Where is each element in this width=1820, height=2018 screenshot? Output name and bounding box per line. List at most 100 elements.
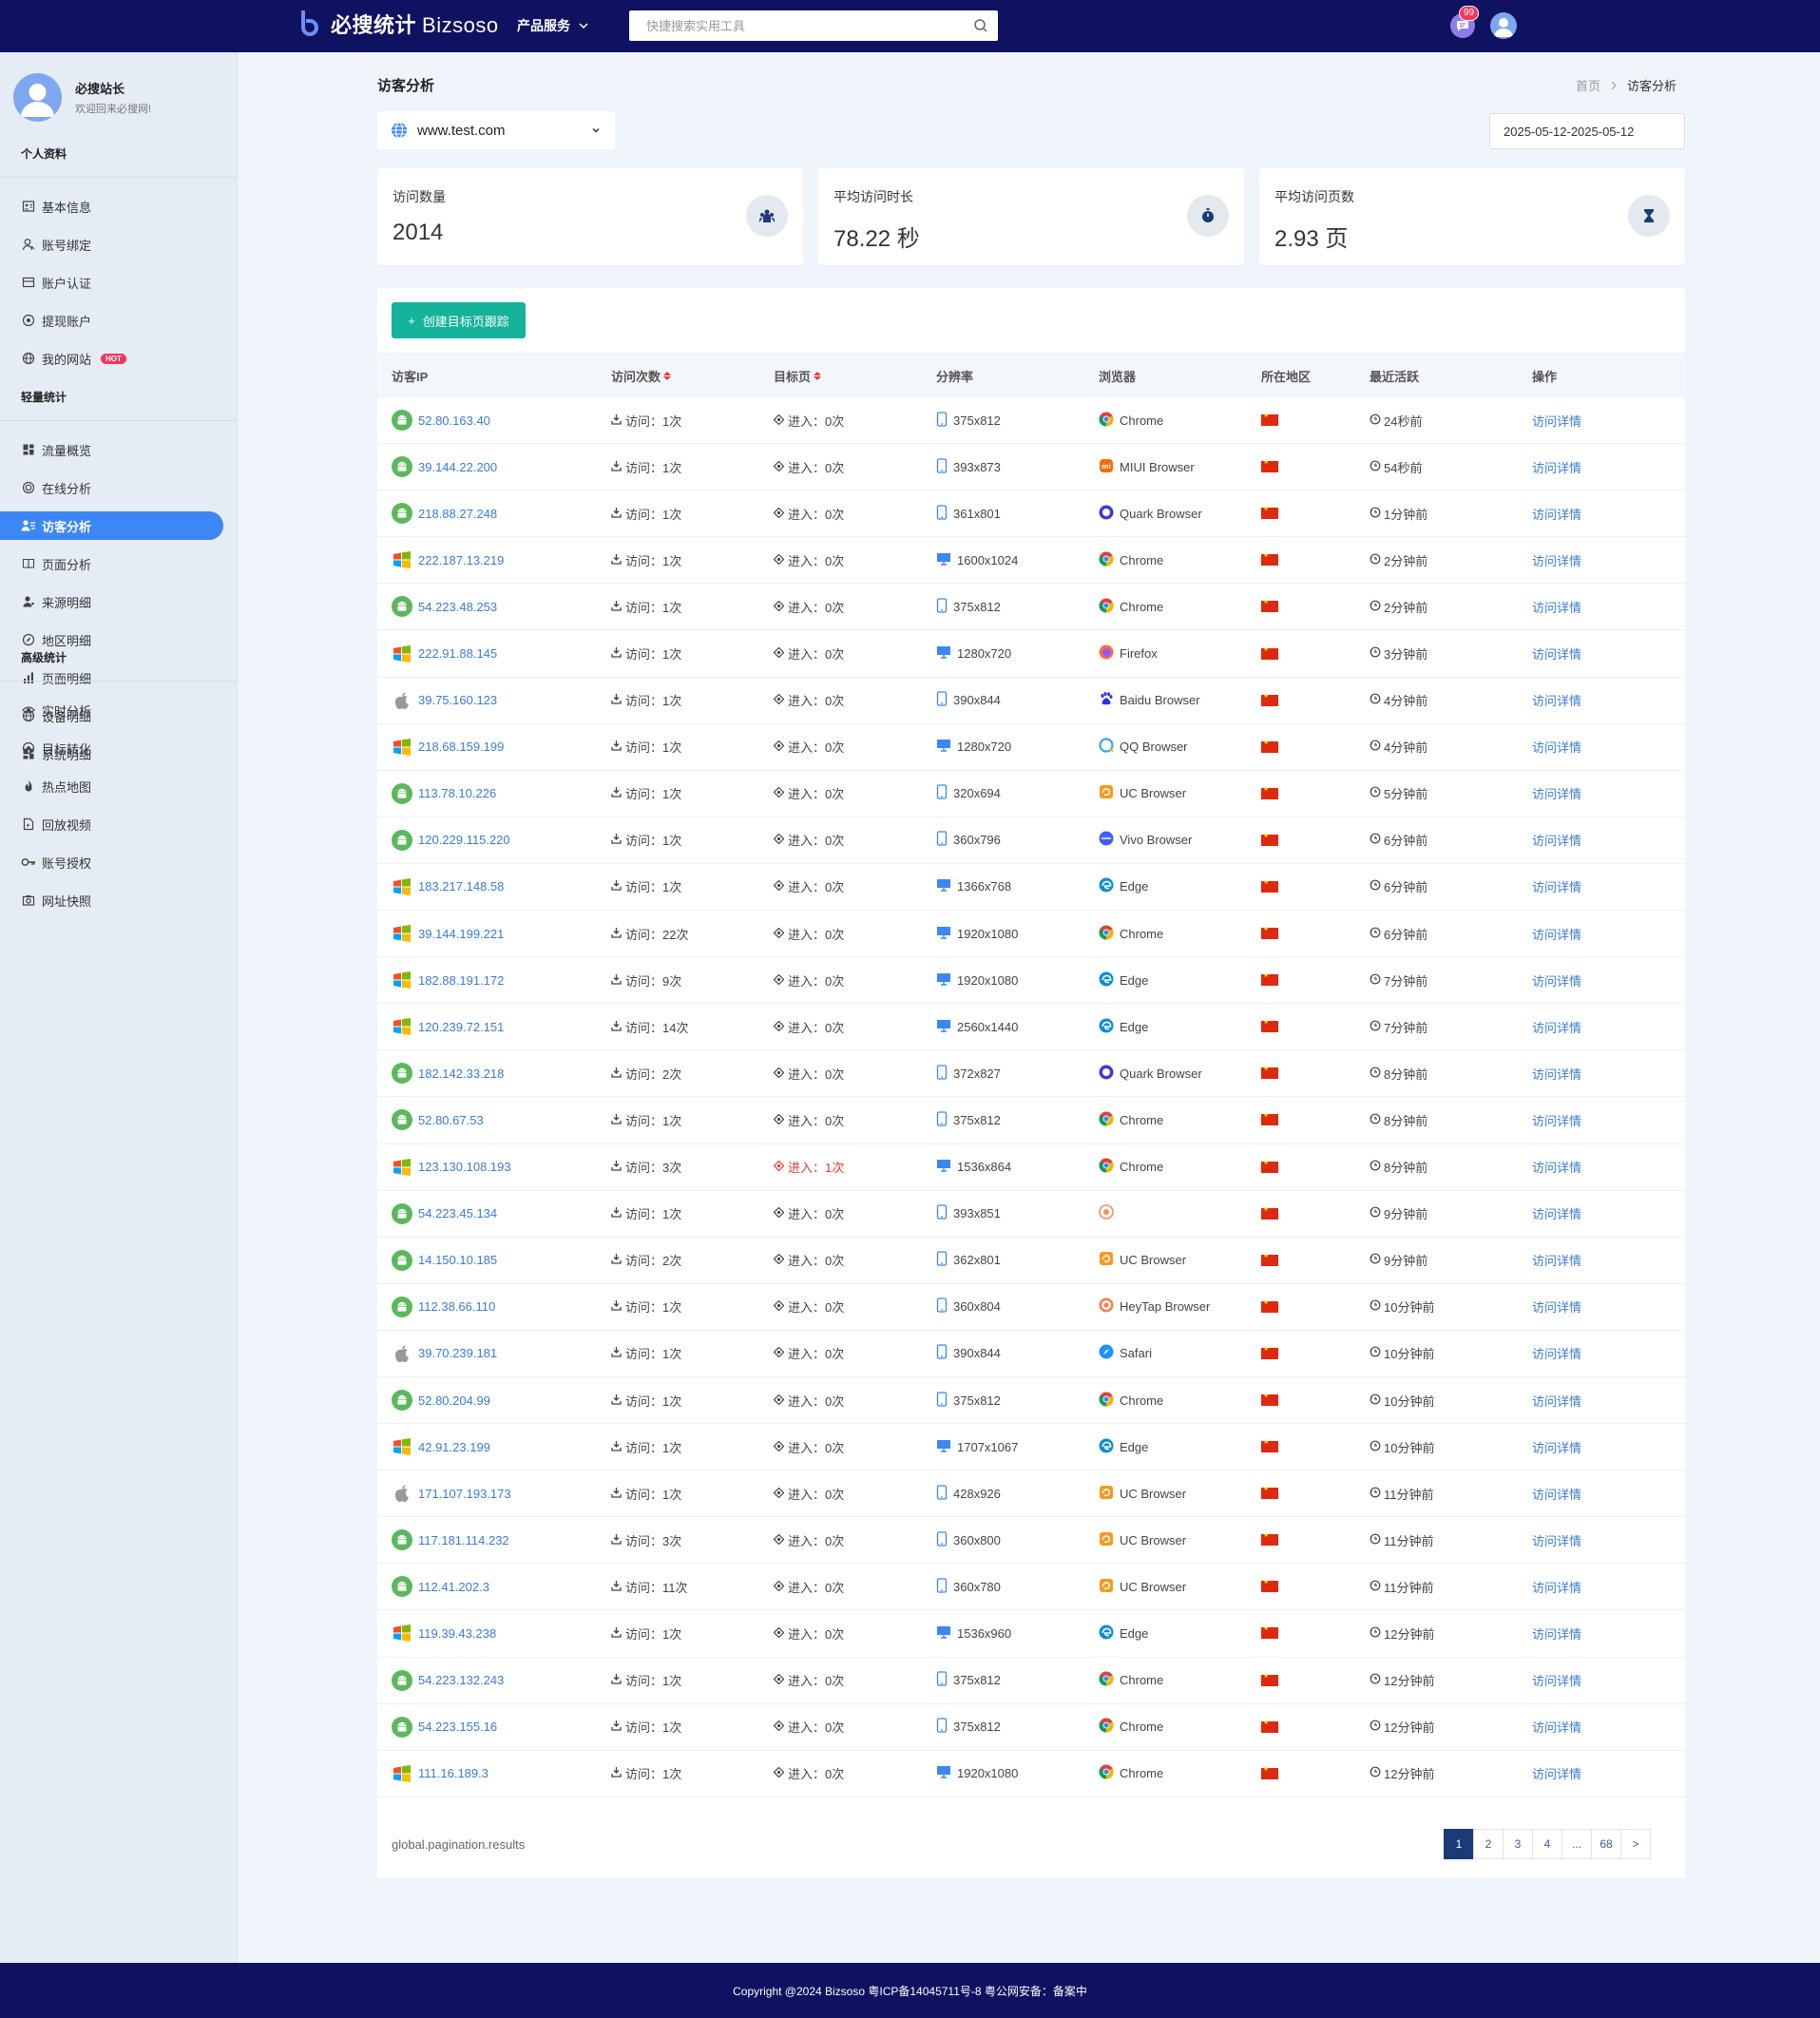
sidebar-item[interactable]: 网址快照 — [21, 886, 91, 914]
col-target[interactable]: 目标页 — [774, 367, 822, 385]
visit-detail-link[interactable]: 访问详情 — [1532, 1018, 1581, 1036]
visitor-ip-link[interactable]: 218.88.27.248 — [418, 507, 497, 521]
sidebar-item[interactable]: 基本信息 — [21, 192, 91, 221]
sidebar-item[interactable]: 流量概览 — [21, 435, 91, 464]
visitor-ip-link[interactable]: 54.223.48.253 — [418, 600, 497, 614]
sidebar-item[interactable]: 账号授权 — [21, 848, 91, 876]
visitor-ip-link[interactable]: 111.16.189.3 — [418, 1766, 489, 1780]
page-button[interactable]: 2 — [1473, 1829, 1504, 1859]
sidebar-item[interactable]: 回放视频 — [21, 810, 91, 838]
date-range-picker[interactable]: 2025-05-12-2025-05-12 — [1489, 113, 1685, 149]
visit-detail-link[interactable]: 访问详情 — [1532, 1531, 1581, 1549]
create-target-button[interactable]: + 创建目标页跟踪 — [392, 302, 526, 338]
visit-detail-link[interactable]: 访问详情 — [1532, 971, 1581, 990]
visitor-ip-link[interactable]: 54.223.132.243 — [418, 1673, 504, 1687]
page-button[interactable]: 68 — [1591, 1829, 1621, 1859]
visit-detail-link[interactable]: 访问详情 — [1532, 598, 1581, 616]
visit-detail-link[interactable]: 访问详情 — [1532, 784, 1581, 802]
visit-detail-link[interactable]: 访问详情 — [1532, 925, 1581, 943]
visitor-ip-link[interactable]: 39.144.22.200 — [418, 460, 497, 474]
visitor-ip-link[interactable]: 183.217.148.58 — [418, 879, 504, 894]
logo[interactable]: 必搜统计 Bizsoso — [297, 9, 499, 39]
visit-detail-link[interactable]: 访问详情 — [1532, 1111, 1581, 1129]
visitor-ip-link[interactable]: 222.91.88.145 — [418, 646, 497, 661]
visit-detail-link[interactable]: 访问详情 — [1532, 1578, 1581, 1596]
sidebar-item[interactable]: 访客分析 — [0, 511, 223, 540]
visit-detail-link[interactable]: 访问详情 — [1532, 1438, 1581, 1456]
visitor-ip-link[interactable]: 119.39.43.238 — [418, 1626, 496, 1641]
visitor-ip-link[interactable]: 222.187.13.219 — [418, 553, 504, 567]
next-page-button[interactable]: > — [1620, 1829, 1651, 1859]
visit-detail-link[interactable]: 访问详情 — [1532, 412, 1581, 430]
resolution-cell: 360x796 — [936, 817, 1001, 863]
visitor-ip-link[interactable]: 39.75.160.123 — [418, 693, 497, 707]
sort-icon[interactable] — [663, 372, 672, 380]
visit-detail-link[interactable]: 访问详情 — [1532, 1251, 1581, 1269]
visit-detail-link[interactable]: 访问详情 — [1532, 691, 1581, 709]
visitor-ip-link[interactable]: 14.150.10.185 — [418, 1253, 497, 1267]
visit-detail-link[interactable]: 访问详情 — [1532, 551, 1581, 569]
visitor-ip-link[interactable]: 113.78.10.226 — [418, 786, 496, 800]
visitor-ip-link[interactable]: 182.142.33.218 — [418, 1067, 504, 1081]
visitor-ip-link[interactable]: 39.144.199.221 — [418, 927, 504, 941]
apple-icon — [392, 690, 412, 711]
visit-detail-link[interactable]: 访问详情 — [1532, 1065, 1581, 1083]
page-button[interactable]: 1 — [1444, 1829, 1474, 1859]
sidebar-item[interactable]: 页面分析 — [21, 549, 91, 578]
sidebar-item[interactable]: 账户认证 — [21, 268, 91, 297]
visitor-ip-link[interactable]: 182.88.191.172 — [418, 973, 504, 988]
visit-detail-link[interactable]: 访问详情 — [1532, 1624, 1581, 1643]
visitor-ip-link[interactable]: 52.80.163.40 — [418, 413, 490, 428]
sidebar-item[interactable]: 目标转化 — [21, 734, 91, 762]
visit-detail-link[interactable]: 访问详情 — [1532, 1392, 1581, 1410]
visit-detail-link[interactable]: 访问详情 — [1532, 1485, 1581, 1503]
visit-detail-link[interactable]: 访问详情 — [1532, 458, 1581, 476]
visit-detail-link[interactable]: 访问详情 — [1532, 1718, 1581, 1736]
sort-icon[interactable] — [814, 372, 822, 380]
sidebar-item[interactable]: 页面明细 — [21, 663, 91, 692]
visitor-ip-link[interactable]: 123.130.108.193 — [418, 1160, 511, 1174]
last-active-cell: 8分钟前 — [1370, 1050, 1427, 1096]
sidebar-item[interactable]: 热点地图 — [21, 772, 91, 800]
sidebar-item[interactable]: 账号绑定 — [21, 230, 91, 259]
visitor-ip-link[interactable]: 112.41.202.3 — [418, 1580, 489, 1594]
sidebar-item[interactable]: 提现账户 — [21, 306, 91, 335]
visit-detail-link[interactable]: 访问详情 — [1532, 877, 1581, 895]
sidebar-item[interactable]: 在线分析 — [21, 473, 91, 502]
breadcrumb-home[interactable]: 首页 — [1576, 76, 1600, 94]
visitor-ip-link[interactable]: 112.38.66.110 — [418, 1299, 495, 1314]
user-avatar-icon[interactable] — [1490, 12, 1517, 39]
visit-detail-link[interactable]: 访问详情 — [1532, 505, 1581, 523]
visitor-ip-link[interactable]: 42.91.23.199 — [418, 1440, 490, 1454]
visitor-ip-link[interactable]: 117.181.114.232 — [418, 1533, 509, 1547]
avatar[interactable] — [13, 73, 62, 122]
sidebar-item[interactable]: 实时分析 — [21, 696, 91, 724]
search-input[interactable] — [629, 10, 964, 41]
visit-detail-link[interactable]: 访问详情 — [1532, 1764, 1581, 1782]
product-menu[interactable]: 产品服务 — [517, 16, 589, 35]
visit-detail-link[interactable]: 访问详情 — [1532, 831, 1581, 849]
visitor-ip-link[interactable]: 54.223.155.16 — [418, 1720, 497, 1734]
page-button[interactable]: 3 — [1503, 1829, 1533, 1859]
visitor-ip-link[interactable]: 39.70.239.181 — [418, 1346, 497, 1360]
visit-detail-link[interactable]: 访问详情 — [1532, 644, 1581, 663]
visitor-ip-link[interactable]: 52.80.67.53 — [418, 1113, 484, 1127]
page-button[interactable]: 4 — [1532, 1829, 1562, 1859]
visitor-ip-link[interactable]: 120.239.72.151 — [418, 1020, 504, 1034]
visit-detail-link[interactable]: 访问详情 — [1532, 1297, 1581, 1316]
sidebar-item[interactable]: 我的网站 HOT — [21, 344, 126, 373]
visit-detail-link[interactable]: 访问详情 — [1532, 1158, 1581, 1176]
visitor-ip-link[interactable]: 54.223.45.134 — [418, 1206, 497, 1220]
visit-detail-link[interactable]: 访问详情 — [1532, 1671, 1581, 1689]
col-visits[interactable]: 访问次数 — [611, 367, 672, 385]
visit-detail-link[interactable]: 访问详情 — [1532, 1204, 1581, 1222]
visitor-ip-link[interactable]: 171.107.193.173 — [418, 1487, 511, 1501]
search-icon[interactable] — [964, 18, 998, 33]
visit-detail-link[interactable]: 访问详情 — [1532, 1344, 1581, 1362]
sidebar-item[interactable]: 来源明细 — [21, 587, 91, 616]
visit-detail-link[interactable]: 访问详情 — [1532, 738, 1581, 756]
visitor-ip-link[interactable]: 120.229.115.220 — [418, 833, 510, 847]
visitor-ip-link[interactable]: 218.68.159.199 — [418, 740, 504, 754]
site-select[interactable]: www.test.com — [377, 111, 615, 149]
visitor-ip-link[interactable]: 52.80.204.99 — [418, 1393, 490, 1408]
